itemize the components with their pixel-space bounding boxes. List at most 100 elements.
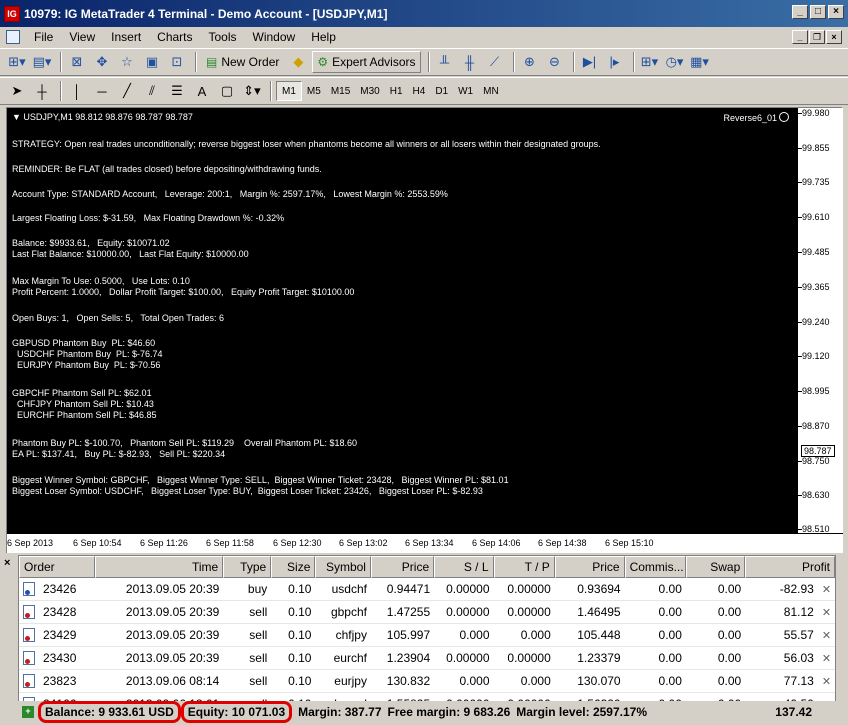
close-order-icon[interactable]: ✕	[822, 675, 831, 688]
table-row[interactable]: 23426 2013.09.05 20:39 buy 0.10 usdchf 0.9447…	[19, 578, 835, 601]
profiles-icon[interactable]: ▤▾	[31, 51, 53, 73]
zoom-in-icon[interactable]: ⊕	[519, 51, 541, 73]
strategy-tester-icon[interactable]: ⊡	[166, 51, 188, 73]
text-label-icon[interactable]: ▢	[216, 80, 238, 102]
chart-shift-icon[interactable]: |▸	[604, 51, 626, 73]
menu-window[interactable]: Window	[245, 30, 304, 44]
child-restore-button[interactable]: ❐	[809, 30, 825, 44]
table-row[interactable]: 23823 2013.09.06 08:14 sell 0.10 eurjpy 130.8…	[19, 670, 835, 693]
time-axis[interactable]: 6 Sep 2013 6 Sep 10:54 6 Sep 11:26 6 Sep…	[7, 533, 843, 553]
order-profit: 81.12	[783, 605, 814, 619]
order-tp[interactable]: 0.000	[494, 674, 555, 688]
terminal-close-icon[interactable]: ×	[4, 557, 10, 569]
candlestick-icon[interactable]: ╫	[459, 51, 481, 73]
navigator-icon[interactable]: ☆	[116, 51, 138, 73]
indicators-icon[interactable]: ⊞▾	[639, 51, 661, 73]
col-type[interactable]: Type	[223, 556, 272, 578]
order-tp[interactable]: 0.00000	[494, 582, 555, 596]
cursor-icon[interactable]: ➤	[6, 80, 28, 102]
expert-advisor-label[interactable]: Reverse6_01	[723, 112, 789, 123]
table-row[interactable]: 23428 2013.09.05 20:39 sell 0.10 gbpchf 1.472…	[19, 601, 835, 624]
document-icon[interactable]	[6, 30, 20, 44]
order-sl[interactable]: 0.00000	[434, 605, 493, 619]
arrows-icon[interactable]: ⇕▾	[241, 80, 263, 102]
market-watch-icon[interactable]: ⊠	[66, 51, 88, 73]
vertical-line-icon[interactable]: │	[66, 80, 88, 102]
horizontal-line-icon[interactable]: ─	[91, 80, 113, 102]
auto-scroll-icon[interactable]: ▶|	[579, 51, 601, 73]
menu-insert[interactable]: Insert	[103, 30, 149, 44]
col-tp[interactable]: T / P	[493, 556, 555, 578]
col-commission[interactable]: Commis...	[624, 556, 686, 578]
order-sl[interactable]: 0.00000	[434, 582, 493, 596]
tf-m1[interactable]: M1	[276, 81, 302, 101]
fibonacci-icon[interactable]: ☰	[166, 80, 188, 102]
col-order[interactable]: Order	[19, 556, 96, 578]
expert-advisors-button[interactable]: ⚙ Expert Advisors	[312, 51, 421, 73]
order-sl[interactable]: 0.00000	[434, 651, 493, 665]
text-icon[interactable]: A	[191, 80, 213, 102]
col-profit[interactable]: Profit	[745, 556, 836, 578]
tf-w1[interactable]: W1	[453, 81, 478, 101]
chart-canvas[interactable]: ▼ USDJPY,M1 98.812 98.876 98.787 98.787 …	[7, 108, 797, 533]
order-tp[interactable]: 0.000	[494, 628, 555, 642]
order-size: 0.10	[288, 674, 312, 688]
col-swap[interactable]: Swap	[685, 556, 746, 578]
close-order-icon[interactable]: ✕	[822, 606, 831, 619]
new-chart-icon[interactable]: ⊞▾	[6, 51, 28, 73]
menu-view[interactable]: View	[61, 30, 103, 44]
channel-icon[interactable]: ⫽	[141, 80, 163, 102]
col-price[interactable]: Price	[370, 556, 435, 578]
minimize-button[interactable]: _	[792, 5, 808, 19]
order-open-price: 1.23904	[386, 651, 431, 665]
order-tp[interactable]: 0.00000	[494, 651, 555, 665]
table-row[interactable]: 23429 2013.09.05 20:39 sell 0.10 chfjpy 105.9…	[19, 624, 835, 647]
col-symbol[interactable]: Symbol	[315, 556, 371, 578]
menu-help[interactable]: Help	[303, 30, 344, 44]
col-current-price[interactable]: Price	[554, 556, 625, 578]
price-label: 98.750	[802, 456, 830, 466]
col-time[interactable]: Time	[95, 556, 224, 578]
order-tp[interactable]: 0.00000	[494, 605, 555, 619]
col-size[interactable]: Size	[271, 556, 316, 578]
phantom-buy-block: GBPUSD Phantom Buy PL: $46.60 USDCHF Pha…	[12, 338, 163, 370]
title-bar[interactable]: IG 10979: IG MetaTrader 4 Terminal - Dem…	[0, 0, 848, 27]
tf-mn[interactable]: MN	[478, 81, 504, 101]
bar-chart-icon[interactable]: ╨	[434, 51, 456, 73]
menu-charts[interactable]: Charts	[149, 30, 200, 44]
child-minimize-button[interactable]: _	[792, 30, 808, 44]
order-current-price: 1.46495	[577, 605, 621, 619]
col-sl[interactable]: S / L	[434, 556, 494, 578]
close-order-icon[interactable]: ✕	[822, 583, 831, 596]
chart-window[interactable]: ▼ USDJPY,M1 98.812 98.876 98.787 98.787 …	[6, 107, 843, 553]
close-button[interactable]: ×	[828, 5, 844, 19]
periods-icon[interactable]: ◷▾	[664, 51, 686, 73]
order-sl[interactable]: 0.000	[434, 674, 493, 688]
metaeditor-icon[interactable]: ◆	[287, 51, 309, 73]
zoom-out-icon[interactable]: ⊖	[544, 51, 566, 73]
tf-h1[interactable]: H1	[385, 81, 408, 101]
line-chart-icon[interactable]: ⟋	[484, 51, 506, 73]
tf-m5[interactable]: M5	[302, 81, 326, 101]
templates-icon[interactable]: ▦▾	[689, 51, 711, 73]
menu-file[interactable]: File	[26, 30, 61, 44]
child-close-button[interactable]: ×	[826, 30, 842, 44]
close-order-icon[interactable]: ✕	[822, 629, 831, 642]
tf-d1[interactable]: D1	[430, 81, 453, 101]
data-window-icon[interactable]: ✥	[91, 51, 113, 73]
tf-m30[interactable]: M30	[355, 81, 384, 101]
order-sl[interactable]: 0.000	[434, 628, 493, 642]
order-open-price: 105.997	[386, 628, 431, 642]
new-order-button[interactable]: ▤ New Order	[201, 51, 284, 73]
menu-tools[interactable]: Tools	[201, 30, 245, 44]
table-row[interactable]: 23430 2013.09.05 20:39 sell 0.10 eurchf 1.239…	[19, 647, 835, 670]
tf-h4[interactable]: H4	[408, 81, 431, 101]
order-commission: 0.00	[658, 582, 682, 596]
maximize-button[interactable]: □	[810, 5, 826, 19]
trendline-icon[interactable]: ╱	[116, 80, 138, 102]
crosshair-icon[interactable]: ┼	[31, 80, 53, 102]
price-axis[interactable]: 99.980 99.855 99.735 99.610 99.485 99.36…	[797, 108, 843, 534]
close-order-icon[interactable]: ✕	[822, 652, 831, 665]
tf-m15[interactable]: M15	[326, 81, 355, 101]
terminal-icon[interactable]: ▣	[141, 51, 163, 73]
